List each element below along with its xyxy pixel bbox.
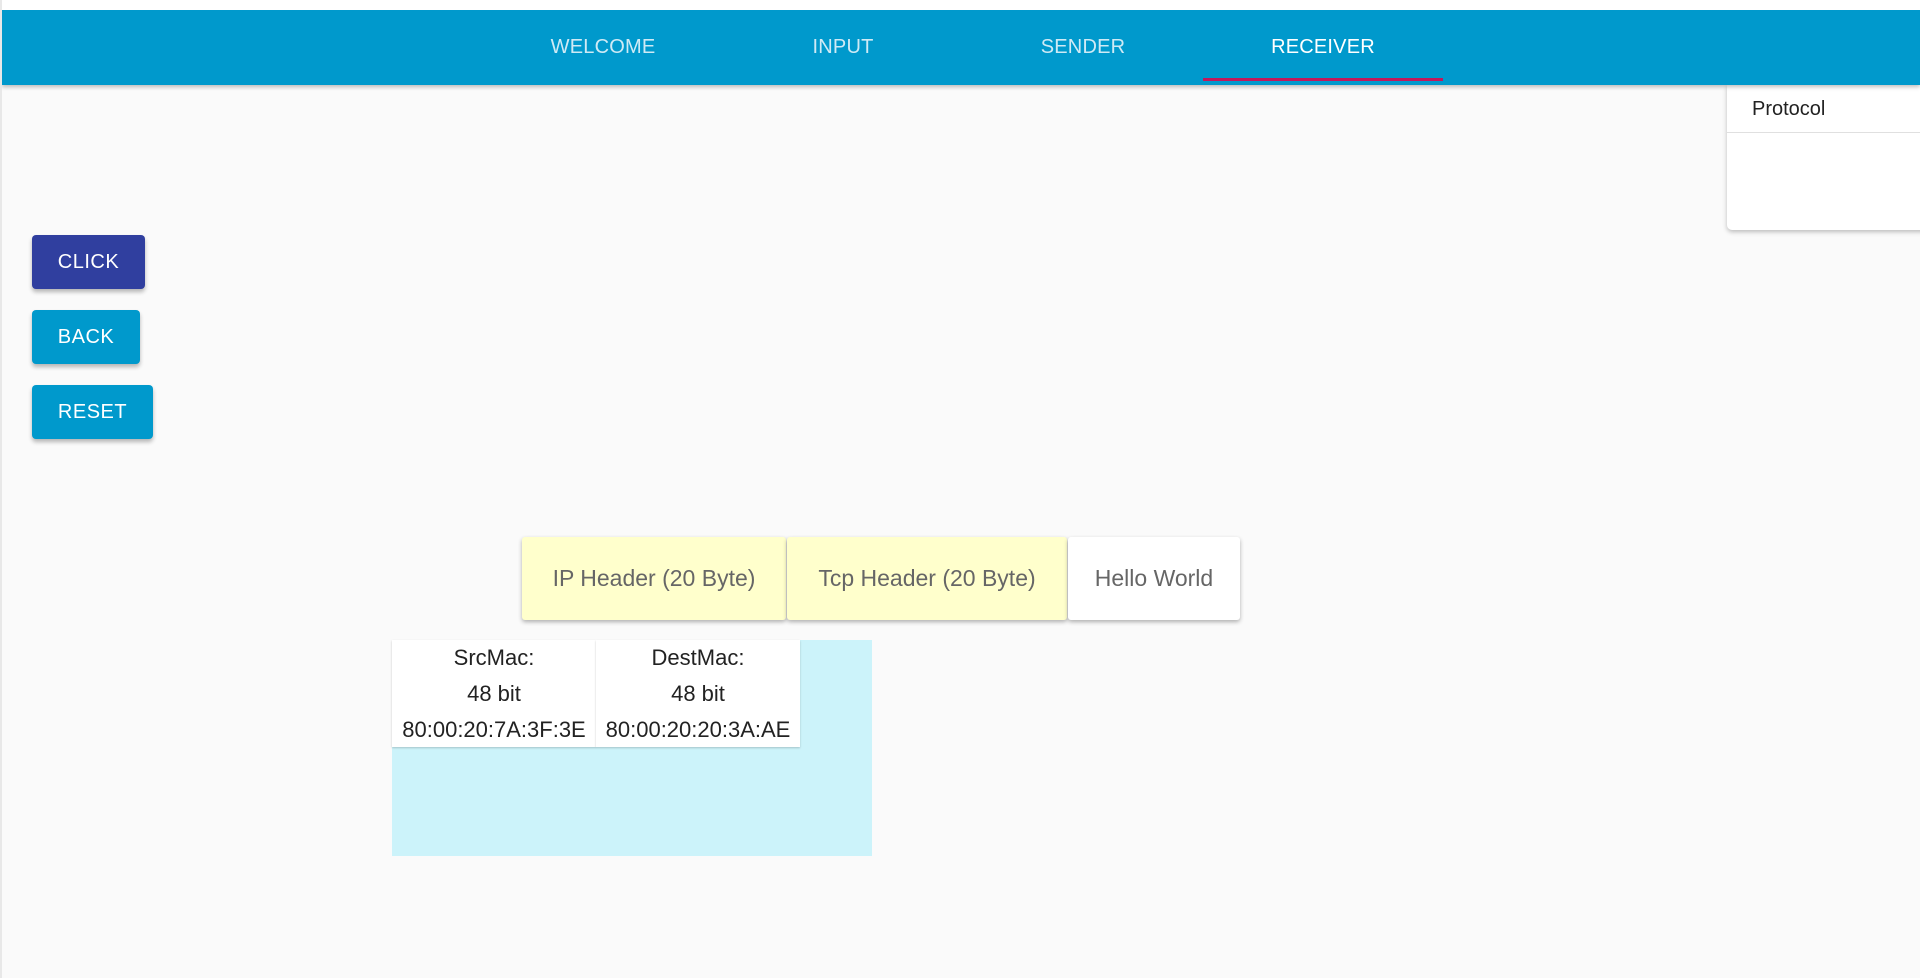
tab-input[interactable]: INPUT [723,10,963,85]
window-top-edge [0,0,1920,10]
active-tab-indicator [1203,78,1443,81]
back-button[interactable]: BACK [32,310,140,364]
src-mac-title: SrcMac: [453,645,535,670]
tab-bar: WELCOME INPUT SENDER RECEIVER [2,10,1920,85]
protocol-divider [1727,132,1920,133]
dest-mac-title: DestMac: [651,645,745,670]
tab-receiver[interactable]: RECEIVER [1203,10,1443,85]
tcp-header-segment[interactable]: Tcp Header (20 Byte) [787,537,1067,620]
protocol-panel: Protocol [1727,85,1920,230]
dest-mac-cell[interactable]: DestMac: 48 bit 80:00:20:20:3A:AE [596,640,800,747]
src-mac-cell[interactable]: SrcMac: 48 bit 80:00:20:7A:3F:3E [392,640,596,747]
ethernet-frame-area: SrcMac: 48 bit 80:00:20:7A:3F:3E DestMac… [392,640,872,856]
tab-welcome[interactable]: WELCOME [483,10,723,85]
app-viewport: WELCOME INPUT SENDER RECEIVER Protocol C… [2,10,1920,978]
payload-segment[interactable]: Hello World [1068,537,1240,620]
dest-mac-size: 48 bit [671,681,725,706]
click-button[interactable]: CLICK [32,235,145,289]
reset-button[interactable]: RESET [32,385,153,439]
protocol-label: Protocol [1752,98,1826,120]
ip-header-segment[interactable]: IP Header (20 Byte) [522,537,786,620]
src-mac-size: 48 bit [467,681,521,706]
src-mac-value: 80:00:20:7A:3F:3E [402,717,586,742]
dest-mac-value: 80:00:20:20:3A:AE [605,717,791,742]
tab-sender[interactable]: SENDER [963,10,1203,85]
